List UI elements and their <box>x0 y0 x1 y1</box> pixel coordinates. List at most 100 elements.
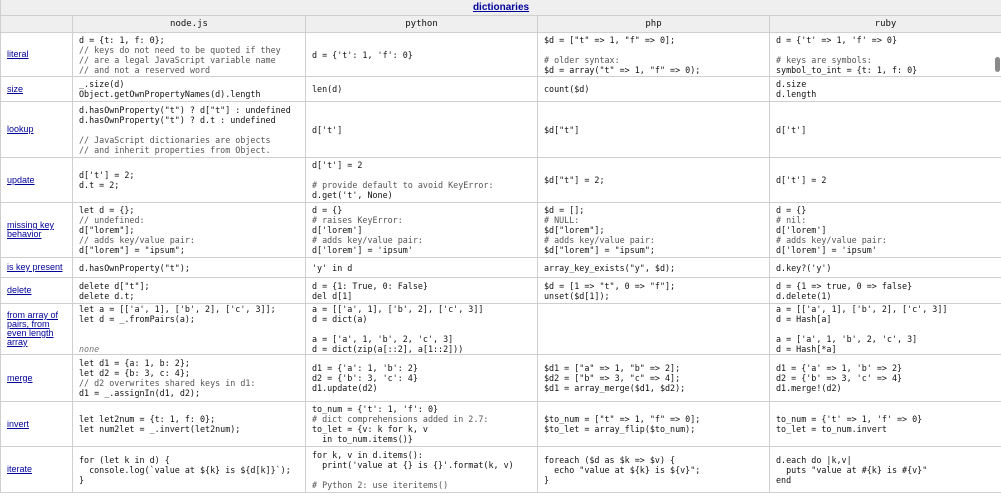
code-snippet: d.hasOwnProperty("t") ? d["t"] : undefin… <box>79 104 291 155</box>
code-cell-php: foreach ($d as $k => $v) { echo "value a… <box>537 446 770 493</box>
code-snippet: foreach ($d as $k => $v) { echo "value a… <box>544 454 701 485</box>
row-label-link[interactable]: lookup <box>7 125 66 134</box>
code-snippet: d = {} # raises KeyError: d['lorem'] # a… <box>312 205 423 255</box>
code-snippet: to_num = {'t' => 1, 'f' => 0} to_let = t… <box>776 414 923 434</box>
code-cell-php: $d = []; # NULL: $d["lorem"]; # adds key… <box>537 202 770 258</box>
code-snippet: d['t'] = 2 <box>776 175 827 185</box>
code-cell-python: d = {} # raises KeyError: d['lorem'] # a… <box>305 202 538 258</box>
code-cell-php: count($d) <box>537 76 770 102</box>
row-label-cell: lookup <box>0 101 73 158</box>
code-cell-python: d['t'] <box>305 101 538 158</box>
code-snippet: d['t'] = 2 # provide default to avoid Ke… <box>312 160 494 200</box>
code-snippet: d1 = {'a': 1, 'b': 2} d2 = {'b': 3, 'c':… <box>312 363 418 393</box>
row-label-cell: invert <box>0 401 73 447</box>
row-label-cell: missing key behavior <box>0 202 73 258</box>
row-label-cell: merge <box>0 354 73 402</box>
code-snippet: d['t'] <box>312 124 343 135</box>
row-label-cell: delete <box>0 277 73 304</box>
column-header-nodejs: node.js <box>72 15 306 33</box>
code-snippet: d.size d.length <box>776 79 817 99</box>
code-snippet: let a = [['a', 1], ['b', 2], ['c', 3]]; … <box>79 304 276 354</box>
code-snippet: d = {1 => true, 0 => false} d.delete(1) <box>776 280 913 301</box>
code-snippet: array_key_exists("y", $d); <box>544 262 676 273</box>
code-snippet: delete d["t"]; delete d.t; <box>79 280 150 301</box>
row-label-link[interactable]: merge <box>7 373 66 383</box>
code-snippet: d = {'t' => 1, 'f' => 0} # keys are symb… <box>776 34 918 75</box>
code-cell-nodejs: let a = [['a', 1], ['b', 2], ['c', 3]]; … <box>72 303 306 355</box>
row-label-cell: update <box>0 157 73 203</box>
column-header-ruby: ruby <box>768 15 1001 33</box>
comparison-table: dictionaries node.js python php ruby lit… <box>0 0 1001 493</box>
code-cell-python: to_num = {'t': 1, 'f': 0} # dict compreh… <box>305 401 538 447</box>
row-label-link[interactable]: size <box>7 84 66 94</box>
code-snippet: $d["t"] = 2; <box>544 175 605 185</box>
table-row: update d['t'] = 2; d.t = 2; d['t'] = 2 # p… <box>0 157 1001 203</box>
table-row: missing key behavior let d = {}; // undef… <box>0 202 1001 258</box>
code-cell-nodejs: d['t'] = 2; d.t = 2; <box>72 157 306 203</box>
code-snippet: d1 = {'a' => 1, 'b' => 2} d2 = {'b' => 3… <box>776 363 903 393</box>
code-snippet: count($d) <box>544 84 590 94</box>
code-snippet: $to_num = ["t" => 1, "f" => 0]; $to_let … <box>544 414 701 434</box>
code-snippet: $d["t"] <box>544 124 580 135</box>
code-cell-ruby: d['t'] = 2 <box>768 157 1001 203</box>
code-cell-ruby: a = [['a', 1], ['b', 2], ['c', 3]] d = H… <box>768 303 1001 355</box>
code-snippet: d = {1: True, 0: False} del d[1] <box>312 280 428 301</box>
code-snippet: 'y' in d <box>312 262 353 273</box>
code-cell-php: $d = [1 => "t", 0 => "f"]; unset($d[1]); <box>537 277 770 304</box>
section-title-link[interactable]: dictionaries <box>473 2 529 13</box>
row-label-link[interactable]: from array of pairs, from even length ar… <box>7 311 66 347</box>
row-label-link[interactable]: missing key behavior <box>7 221 66 239</box>
code-cell-python: d['t'] = 2 # provide default to avoid Ke… <box>305 157 538 203</box>
code-cell-php <box>537 303 770 355</box>
code-cell-ruby: d.key?('y') <box>768 257 1001 278</box>
code-cell-php: $d["t"] = 2; <box>537 157 770 203</box>
code-cell-nodejs: let d1 = {a: 1, b: 2}; let d2 = {b: 3, c… <box>72 354 306 402</box>
scrollbar[interactable] <box>993 0 1001 500</box>
code-cell-nodejs: for (let k in d) { console.log(`value at… <box>72 446 306 493</box>
code-cell-php: $d1 = ["a" => 1, "b" => 2]; $d2 = ["b" =… <box>537 354 770 402</box>
code-snippet: d.each do |k,v| puts "value at #{k} is #… <box>776 454 928 485</box>
row-label-cell: size <box>0 76 73 102</box>
table-row: invert let let2num = {t: 1, f: 0}; let nu… <box>0 401 1001 447</box>
code-cell-python: for k, v in d.items(): print('value at {… <box>305 446 538 493</box>
code-cell-python: d1 = {'a': 1, 'b': 2} d2 = {'b': 3, 'c':… <box>305 354 538 402</box>
table-row: literal d = {t: 1, f: 0}; // keys do not … <box>0 32 1001 77</box>
column-header-php: php <box>537 15 770 33</box>
row-label-cell: is key present <box>0 257 73 278</box>
scrollbar-thumb[interactable] <box>995 57 1000 72</box>
code-snippet: len(d) <box>312 84 343 94</box>
section-title-row: dictionaries <box>0 0 1001 16</box>
code-cell-nodejs: d = {t: 1, f: 0}; // keys do not need to… <box>72 32 306 77</box>
row-label-cell: from array of pairs, from even length ar… <box>0 303 73 355</box>
code-cell-python: d = {1: True, 0: False} del d[1] <box>305 277 538 304</box>
code-cell-ruby: d = {} # nil: d['lorem'] # adds key/valu… <box>768 202 1001 258</box>
code-cell-python: 'y' in d <box>305 257 538 278</box>
code-snippet: d['t'] <box>776 124 807 135</box>
row-label-link[interactable]: is key present <box>7 263 66 272</box>
code-cell-ruby: to_num = {'t' => 1, 'f' => 0} to_let = t… <box>768 401 1001 447</box>
row-label-link[interactable]: update <box>7 175 66 185</box>
row-label-link[interactable]: literal <box>7 50 66 59</box>
row-label-link[interactable]: delete <box>7 286 66 295</box>
code-cell-nodejs: let d = {}; // undefined: d["lorem"]; //… <box>72 202 306 258</box>
code-snippet: let d1 = {a: 1, b: 2}; let d2 = {b: 3, c… <box>79 358 256 398</box>
code-snippet: let let2num = {t: 1, f: 0}; let num2let … <box>79 414 241 434</box>
code-cell-nodejs: delete d["t"]; delete d.t; <box>72 277 306 304</box>
table-row: lookup d.hasOwnProperty("t") ? d["t"] : u… <box>0 101 1001 158</box>
code-cell-php: $to_num = ["t" => 1, "f" => 0]; $to_let … <box>537 401 770 447</box>
row-label-cell: literal <box>0 32 73 77</box>
code-cell-php: array_key_exists("y", $d); <box>537 257 770 278</box>
code-cell-ruby: d = {'t' => 1, 'f' => 0} # keys are symb… <box>768 32 1001 77</box>
row-label-link[interactable]: iterate <box>7 465 66 474</box>
code-snippet: d.hasOwnProperty("t"); <box>79 262 190 273</box>
row-label-cell: iterate <box>0 446 73 493</box>
table-row: merge let d1 = {a: 1, b: 2}; let d2 = {b:… <box>0 354 1001 402</box>
table-row: is key present d.hasOwnProperty("t"); 'y' … <box>0 257 1001 278</box>
code-cell-php: $d["t"] <box>537 101 770 158</box>
code-cell-python: a = [['a', 1], ['b', 2], ['c', 3]] d = d… <box>305 303 538 355</box>
code-snippet: let d = {}; // undefined: d["lorem"]; //… <box>79 205 195 255</box>
code-snippet: for k, v in d.items(): print('value at {… <box>312 449 514 490</box>
row-label-link[interactable]: invert <box>7 419 66 429</box>
code-snippet: d = {t: 1, f: 0}; // keys do not need to… <box>79 34 281 75</box>
code-snippet: d.key?('y') <box>776 262 832 273</box>
